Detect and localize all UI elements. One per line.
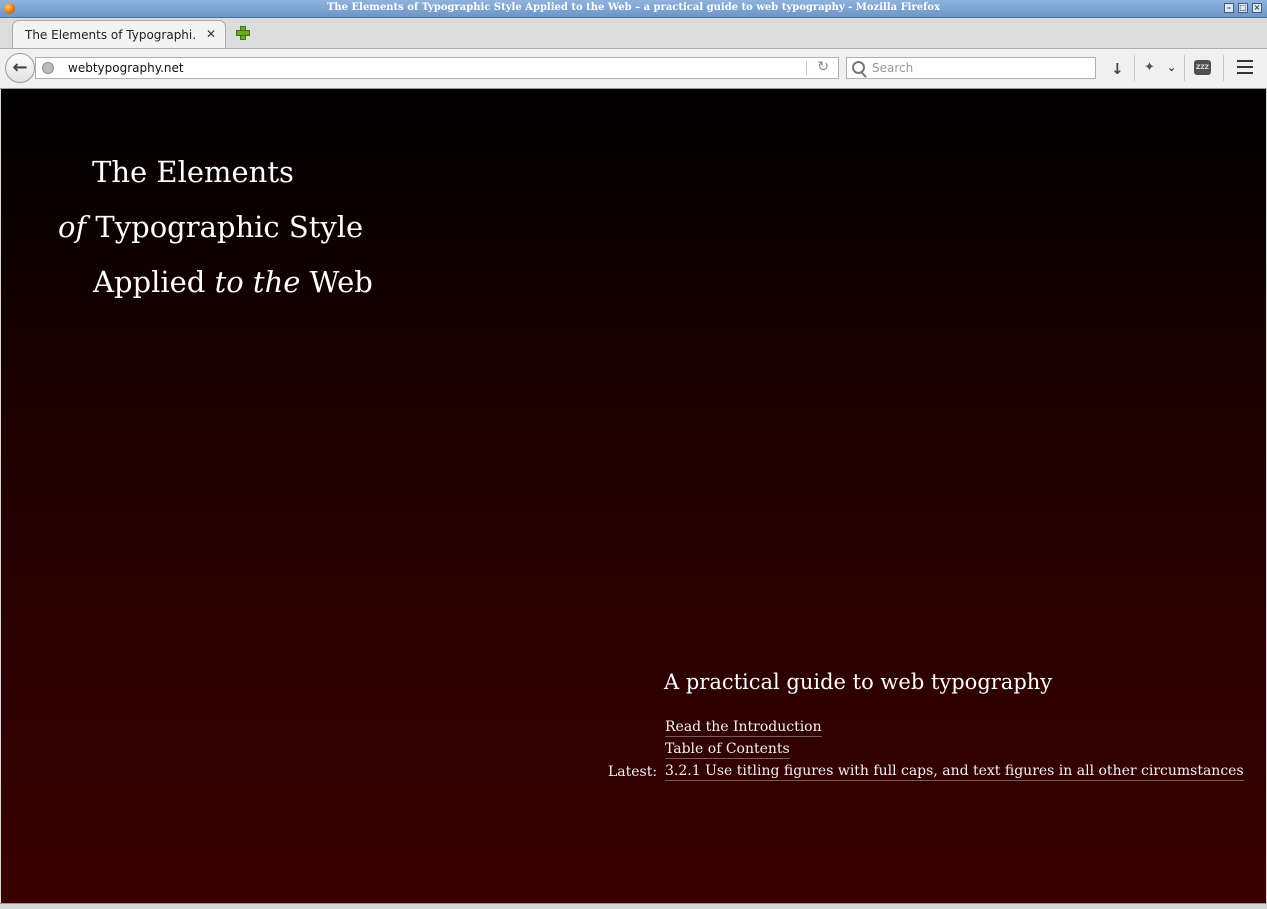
toolbar-divider bbox=[1184, 55, 1185, 81]
tab-bar: The Elements of Typographi… ✕ bbox=[0, 18, 1267, 49]
search-icon bbox=[852, 61, 865, 74]
globe-icon bbox=[42, 62, 54, 74]
zzz-icon[interactable]: ZZZ bbox=[1194, 60, 1211, 75]
navigation-toolbar: ← webtypography.net ↻ Search ↓ ✦ ⌄ ZZZ bbox=[0, 49, 1267, 89]
minimize-button[interactable]: – bbox=[1224, 3, 1234, 13]
toc-link[interactable]: Table of Contents bbox=[665, 741, 790, 759]
search-input[interactable]: Search bbox=[846, 57, 1096, 79]
search-placeholder: Search bbox=[872, 61, 914, 75]
addon-icon[interactable]: ✦ bbox=[1144, 60, 1155, 75]
maximize-button[interactable]: □ bbox=[1238, 3, 1248, 13]
close-window-button[interactable]: × bbox=[1252, 3, 1262, 13]
title-text: The Elements bbox=[92, 155, 294, 189]
reload-icon[interactable]: ↻ bbox=[817, 59, 829, 75]
title-text: Typographic Style bbox=[95, 210, 364, 244]
url-separator bbox=[806, 61, 807, 76]
window-title: The Elements of Typographic Style Applie… bbox=[326, 2, 941, 13]
tab-close-icon[interactable]: ✕ bbox=[206, 27, 216, 41]
tab-webtypography[interactable]: The Elements of Typographi… ✕ bbox=[12, 20, 226, 48]
title-italic-to-the: to the bbox=[214, 265, 301, 299]
window-titlebar: The Elements of Typographic Style Applie… bbox=[0, 0, 1267, 18]
back-button[interactable]: ← bbox=[5, 53, 35, 83]
new-tab-button[interactable] bbox=[236, 26, 250, 40]
latest-link[interactable]: 3.2.1 Use titling figures with full caps… bbox=[665, 763, 1244, 781]
intro-link[interactable]: Read the Introduction bbox=[665, 719, 822, 737]
tab-label: The Elements of Typographi… bbox=[25, 28, 197, 42]
title-text: Applied bbox=[93, 265, 206, 299]
toolbar-divider bbox=[1223, 55, 1224, 81]
url-bar[interactable]: webtypography.net ↻ bbox=[35, 57, 839, 79]
title-italic-of: of bbox=[58, 210, 87, 244]
window-bottom-border bbox=[0, 903, 1267, 909]
hamburger-menu-icon[interactable] bbox=[1237, 60, 1253, 74]
download-icon[interactable]: ↓ bbox=[1111, 60, 1124, 78]
url-text: webtypography.net bbox=[68, 61, 184, 75]
title-line-3: Applied to the Web bbox=[93, 265, 373, 299]
toolbar-divider bbox=[1134, 55, 1135, 81]
latest-label: Latest: bbox=[608, 764, 658, 780]
title-text: Web bbox=[309, 265, 373, 299]
page-content: The Elements of Typographic Style Applie… bbox=[1, 89, 1266, 903]
tagline: A practical guide to web typography bbox=[664, 670, 1053, 694]
title-line-1: The Elements bbox=[92, 155, 294, 189]
chevron-down-icon[interactable]: ⌄ bbox=[1167, 61, 1176, 74]
title-line-2: of Typographic Style bbox=[58, 210, 363, 244]
